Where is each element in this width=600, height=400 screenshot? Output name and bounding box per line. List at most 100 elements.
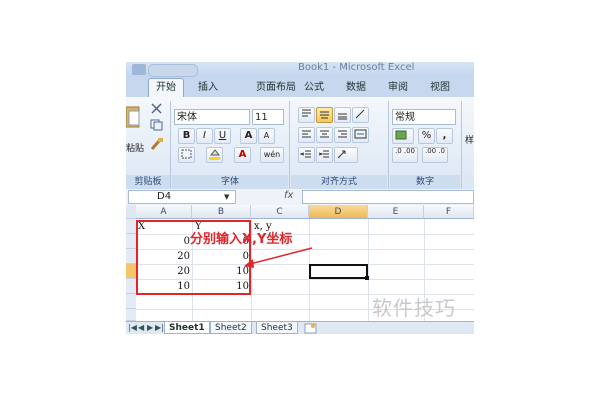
row-header[interactable]: [126, 279, 136, 294]
formula-input[interactable]: [302, 190, 474, 204]
tab-insert[interactable]: 插入: [198, 79, 218, 97]
column-header-a[interactable]: A: [136, 205, 192, 219]
column-header-e[interactable]: E: [368, 205, 424, 219]
row-header[interactable]: [126, 249, 136, 264]
column-header-d[interactable]: D: [309, 205, 368, 219]
grow-font-button[interactable]: A: [240, 128, 257, 144]
underline-button[interactable]: U: [214, 128, 231, 144]
align-left-button[interactable]: [298, 127, 315, 143]
italic-button[interactable]: I: [196, 128, 213, 144]
align-bottom-icon: [338, 113, 347, 120]
sheet-tab-sheet1[interactable]: Sheet1: [164, 322, 210, 334]
font-name-box[interactable]: 宋体: [174, 109, 250, 125]
align-center-icon: [320, 130, 329, 138]
merge-center-icon: [354, 129, 367, 139]
row-header[interactable]: [126, 234, 136, 249]
row-header[interactable]: [126, 294, 136, 309]
row-header[interactable]: [126, 309, 136, 321]
phonetic-button[interactable]: wén: [260, 147, 284, 163]
insert-sheet-icon[interactable]: [304, 323, 318, 334]
column-header-f[interactable]: F: [424, 205, 474, 219]
percent-button[interactable]: %: [418, 128, 435, 144]
increase-decimal-button[interactable]: .0 .00: [392, 147, 418, 163]
tab-review[interactable]: 审阅: [388, 79, 408, 97]
font-size-box[interactable]: 11: [252, 109, 284, 125]
column-header-c[interactable]: C: [251, 205, 309, 219]
decrease-decimal-button[interactable]: .00 .0: [422, 147, 448, 163]
ribbon: 粘贴 剪贴板 宋体 11 B I U A A A wén 字体 对齐方式 常规 …: [126, 97, 474, 190]
fill-color-icon: [209, 149, 221, 160]
fill-color-button[interactable]: [206, 147, 223, 163]
next-sheet-icon[interactable]: ▶: [147, 323, 153, 332]
quick-access-toolbar[interactable]: [148, 64, 198, 77]
tab-home[interactable]: 开始: [148, 78, 184, 97]
merge-center-button[interactable]: [352, 127, 369, 143]
orientation-icon: [355, 109, 365, 119]
align-middle-icon: [320, 111, 329, 119]
text-orientation-button[interactable]: [334, 147, 358, 163]
increase-indent-button[interactable]: [316, 147, 333, 163]
ribbon-tabs: 开始 插入 页面布局 公式 数据 审阅 视图: [126, 77, 474, 97]
align-left-icon: [302, 130, 311, 138]
align-right-button[interactable]: [334, 127, 351, 143]
accounting-format-button[interactable]: [392, 128, 414, 144]
select-all-corner[interactable]: [126, 205, 136, 219]
divider: [461, 101, 462, 189]
accounting-icon: [395, 130, 407, 140]
fill-handle[interactable]: [365, 276, 369, 280]
window-title: Book1 - Microsoft Excel: [298, 62, 415, 73]
increase-indent-icon: [318, 150, 329, 158]
alignment-group-label: 对齐方式: [291, 175, 387, 189]
number-format-box[interactable]: 常规: [392, 109, 456, 125]
first-sheet-icon[interactable]: |◀: [128, 323, 137, 332]
divider: [170, 101, 171, 189]
bold-button[interactable]: B: [178, 128, 195, 144]
annotation-text: 分别输入X,Y坐标: [190, 232, 293, 247]
sheet-tab-sheet2[interactable]: Sheet2: [210, 322, 252, 334]
comma-button[interactable]: ,: [436, 128, 453, 144]
office-button-icon[interactable]: [132, 64, 146, 75]
copy-icon[interactable]: [150, 119, 164, 131]
formula-bar: D4 ▼ fx: [126, 189, 474, 206]
prev-sheet-icon[interactable]: ◀: [138, 323, 144, 332]
watermark-text: 软件技巧: [372, 296, 456, 320]
tab-page-layout[interactable]: 页面布局: [256, 79, 296, 97]
borders-button[interactable]: [178, 147, 195, 163]
align-bottom-button[interactable]: [334, 107, 351, 123]
paste-icon[interactable]: [126, 105, 142, 129]
align-middle-button[interactable]: [316, 107, 333, 123]
active-cell-d4[interactable]: [309, 264, 368, 279]
align-top-icon: [302, 109, 311, 117]
decrease-indent-button[interactable]: [298, 147, 315, 163]
borders-icon: [181, 149, 192, 159]
paste-label[interactable]: 粘贴: [126, 141, 144, 154]
sheet-tab-sheet3[interactable]: Sheet3: [256, 322, 298, 334]
name-box[interactable]: D4: [128, 190, 236, 204]
tab-view[interactable]: 视图: [430, 79, 450, 97]
styles-label-partial[interactable]: 样: [465, 133, 474, 146]
cut-icon[interactable]: [150, 103, 164, 115]
gridline: [368, 219, 369, 321]
shrink-font-button[interactable]: A: [258, 128, 275, 144]
clipboard-group-label: 剪贴板: [126, 175, 170, 189]
font-color-button[interactable]: A: [234, 147, 251, 163]
insert-function-button[interactable]: fx: [284, 190, 293, 201]
column-header-b[interactable]: B: [192, 205, 251, 219]
last-sheet-icon[interactable]: ▶|: [155, 323, 164, 332]
align-right-icon: [338, 130, 347, 138]
align-center-button[interactable]: [316, 127, 333, 143]
tab-data[interactable]: 数据: [346, 79, 366, 97]
name-box-dropdown-icon[interactable]: ▼: [224, 193, 229, 201]
divider: [289, 101, 290, 189]
row-header[interactable]: [126, 219, 136, 234]
wrap-orientation-button[interactable]: [352, 107, 369, 123]
sheet-tab-bar: |◀ ◀ ▶ ▶| Sheet1 Sheet2 Sheet3: [126, 321, 474, 334]
format-painter-icon[interactable]: [150, 137, 164, 151]
decrease-indent-icon: [299, 150, 311, 158]
tab-formulas[interactable]: 公式: [304, 79, 324, 97]
align-top-button[interactable]: [298, 107, 315, 123]
row-header-selected[interactable]: [126, 264, 136, 279]
text-orientation-icon: [337, 150, 346, 159]
font-group-label: 字体: [172, 175, 288, 189]
title-bar: Book1 - Microsoft Excel: [126, 62, 474, 77]
